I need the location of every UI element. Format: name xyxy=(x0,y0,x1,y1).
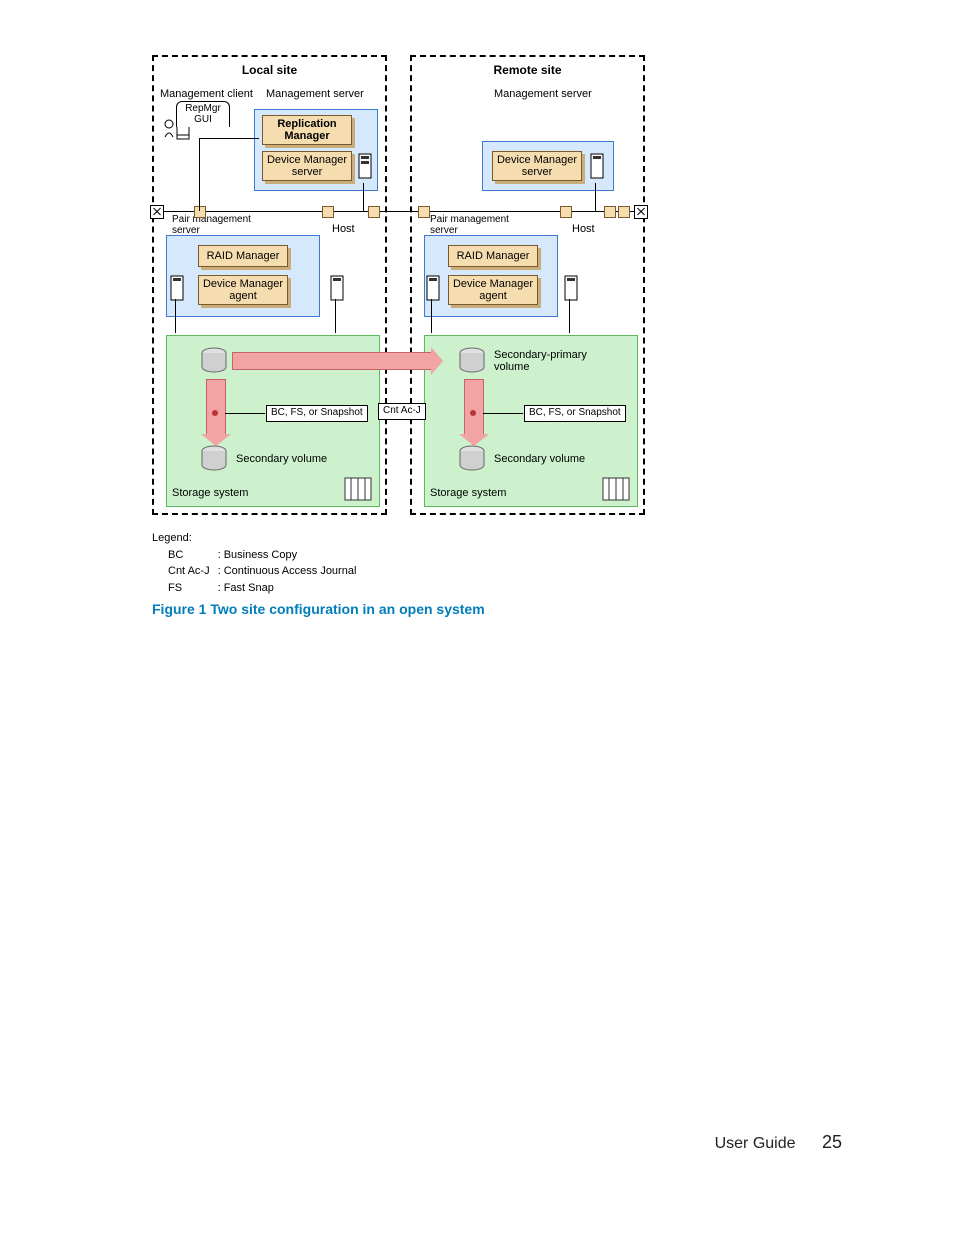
volume-icon xyxy=(458,445,486,475)
figure-diagram: Local site Management client Management … xyxy=(152,55,645,515)
server-icon xyxy=(330,275,344,301)
local-site-box: Local site Management client Management … xyxy=(152,55,387,515)
storage-array-icon xyxy=(344,477,372,501)
pair-mgmt-label-local: Pair management server xyxy=(172,215,251,236)
network-node-icon xyxy=(418,206,430,218)
legend-row: Cnt Ac-J: Continuous Access Journal xyxy=(168,563,364,580)
legend-title: Legend: xyxy=(152,530,364,547)
server-icon xyxy=(590,153,604,179)
pair-mgmt-label-remote: Pair management server xyxy=(430,215,509,236)
sec-primary-volume-label: Secondary-primary volume xyxy=(494,349,587,373)
storage-system-label-remote: Storage system xyxy=(430,487,506,499)
mgmt-client-label: Management client xyxy=(160,88,253,100)
raid-manager-box-remote: RAID Manager xyxy=(448,245,538,267)
cnt-ac-j-label: Cnt Ac-J xyxy=(378,403,426,420)
network-x-icon xyxy=(634,205,648,219)
legend-row: BC: Business Copy xyxy=(168,547,364,564)
network-x-icon xyxy=(150,205,164,219)
server-icon xyxy=(170,275,184,301)
local-site-title: Local site xyxy=(154,63,385,77)
down-arrow-icon xyxy=(206,379,226,435)
remote-site-title: Remote site xyxy=(412,63,643,77)
secondary-volume-label-remote: Secondary volume xyxy=(494,453,585,465)
host-label-remote: Host xyxy=(572,223,595,235)
legend-row: FS: Fast Snap xyxy=(168,580,364,597)
copy-types-label-local: BC, FS, or Snapshot xyxy=(266,405,368,422)
volume-icon xyxy=(200,347,228,377)
network-node-icon xyxy=(194,206,206,218)
device-manager-agent-box-local: Device Manager agent xyxy=(198,275,288,305)
legend-block: Legend: BC: Business Copy Cnt Ac-J: Cont… xyxy=(152,530,364,596)
server-icon xyxy=(564,275,578,301)
dot-icon xyxy=(212,410,218,416)
figure-caption: Figure 1 Two site configuration in an op… xyxy=(152,601,485,617)
copy-types-label-remote: BC, FS, or Snapshot xyxy=(524,405,626,422)
replication-manager-box: Replication Manager xyxy=(262,115,352,145)
network-node-icon xyxy=(322,206,334,218)
down-arrow-icon xyxy=(464,379,484,435)
volume-icon xyxy=(458,347,486,377)
storage-array-icon xyxy=(602,477,630,501)
mgmt-server-label-remote: Management server xyxy=(494,88,592,100)
remote-site-box: Remote site Management server Device Man… xyxy=(410,55,645,515)
page-footer: User Guide 25 xyxy=(715,1132,842,1153)
dot-icon xyxy=(470,410,476,416)
mgmt-server-label-local: Management server xyxy=(266,88,364,100)
network-node-icon xyxy=(604,206,616,218)
device-manager-server-box-remote: Device Manager server xyxy=(492,151,582,181)
secondary-volume-label-local: Secondary volume xyxy=(236,453,327,465)
server-icon xyxy=(426,275,440,301)
page-number: 25 xyxy=(822,1132,842,1152)
network-node-icon xyxy=(368,206,380,218)
volume-icon xyxy=(200,445,228,475)
device-manager-server-box-local: Device Manager server xyxy=(262,151,352,181)
footer-label: User Guide xyxy=(715,1135,796,1152)
network-node-icon xyxy=(560,206,572,218)
host-label-local: Host xyxy=(332,223,355,235)
repmgr-gui-tab: RepMgr GUI xyxy=(176,101,230,127)
storage-system-label-local: Storage system xyxy=(172,487,248,499)
server-icon xyxy=(358,153,372,179)
network-node-icon xyxy=(618,206,630,218)
right-arrow-icon xyxy=(232,352,432,370)
device-manager-agent-box-remote: Device Manager agent xyxy=(448,275,538,305)
raid-manager-box-local: RAID Manager xyxy=(198,245,288,267)
